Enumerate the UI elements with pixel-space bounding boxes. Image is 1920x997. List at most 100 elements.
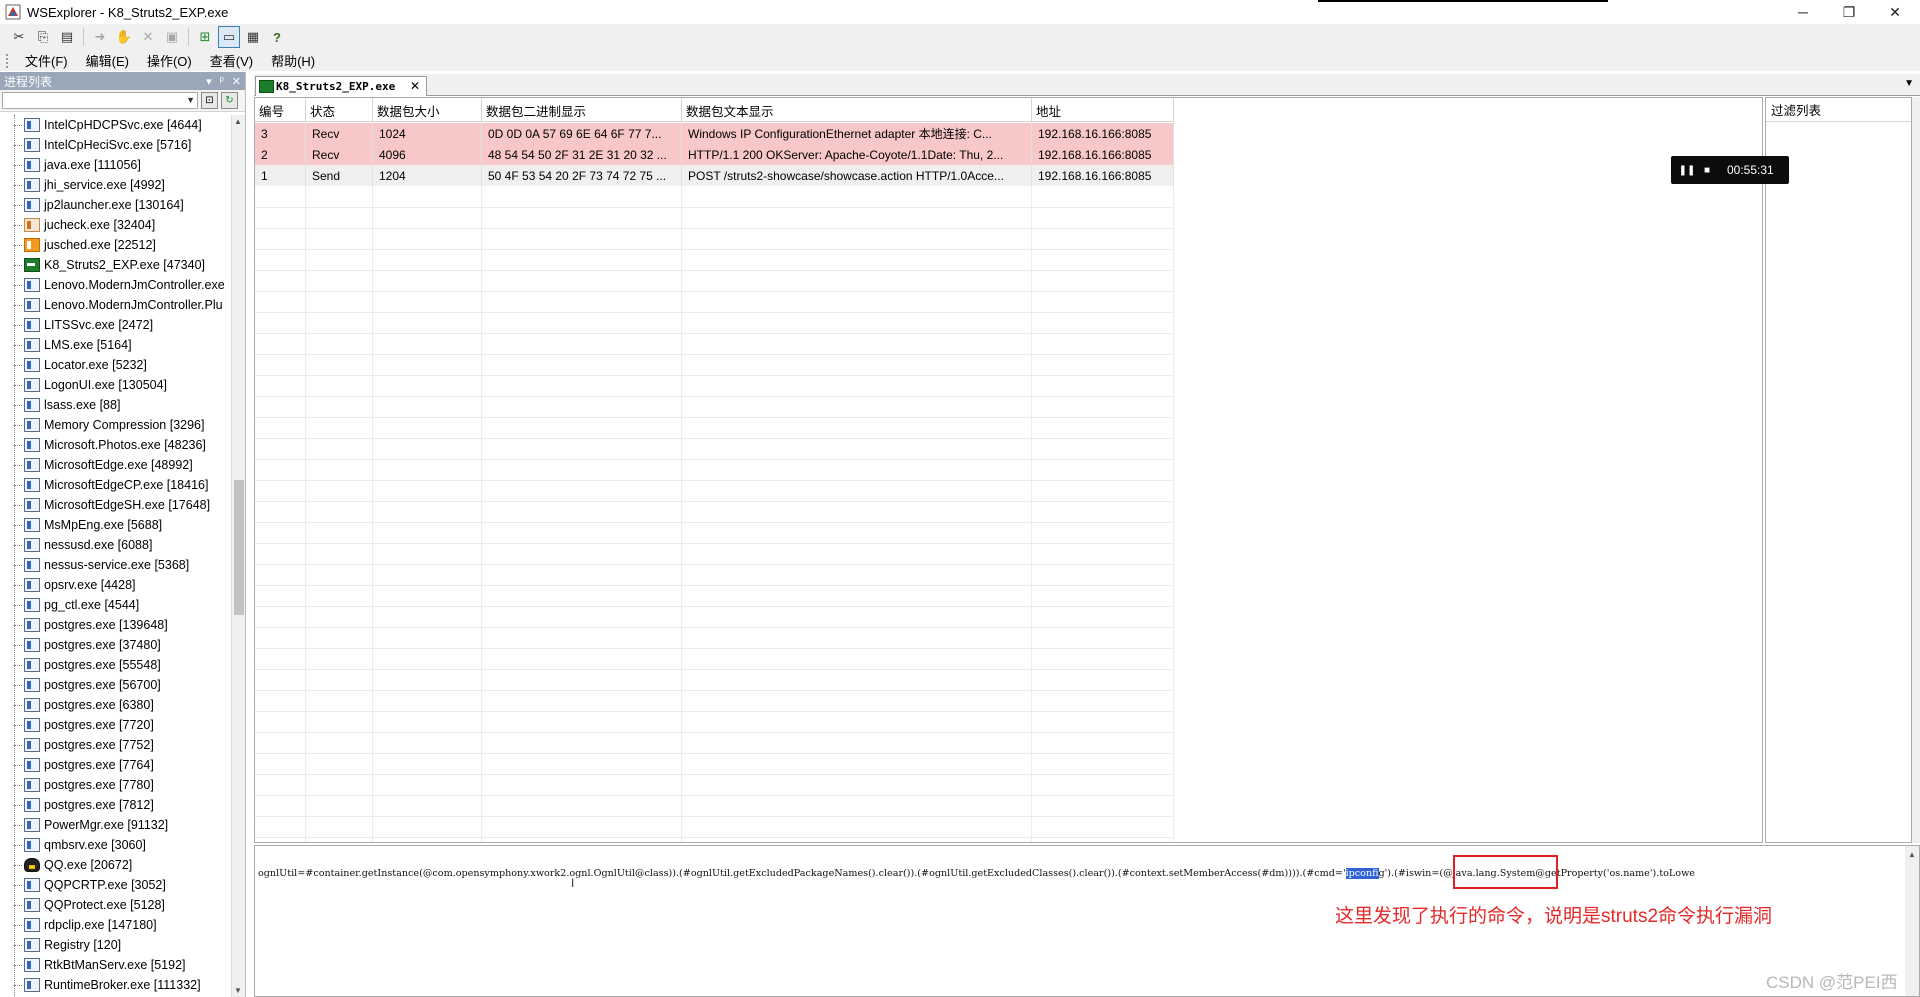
delete-icon[interactable]: ✕ — [137, 26, 159, 48]
scroll-thumb[interactable] — [234, 480, 244, 615]
menu-view[interactable]: 查看(V) — [201, 51, 262, 70]
help-icon[interactable]: ? — [266, 26, 288, 48]
tab-close-icon[interactable]: ✕ — [410, 79, 420, 93]
panel-close-icon[interactable]: ✕ — [232, 75, 241, 88]
process-item[interactable]: MicrosoftEdgeCP.exe [18416] — [0, 475, 232, 495]
process-item[interactable]: QQPCRTP.exe [3052] — [0, 875, 232, 895]
chevron-down-icon[interactable]: ▼ — [186, 95, 195, 105]
process-item[interactable]: postgres.exe [37480] — [0, 635, 232, 655]
process-label: postgres.exe [37480] — [44, 638, 161, 652]
table-row[interactable]: 1 Send 1204 50 4F 53 54 20 2F 73 74 72 7… — [255, 165, 1174, 186]
process-item[interactable]: postgres.exe [139648] — [0, 615, 232, 635]
grid-line — [255, 648, 1173, 649]
app-icon — [24, 418, 40, 432]
process-item[interactable]: RtkBtManServ.exe [5192] — [0, 955, 232, 975]
table-row[interactable]: 2 Recv 4096 48 54 54 50 2F 31 2E 31 20 3… — [255, 144, 1174, 165]
process-item[interactable]: Locator.exe [5232] — [0, 355, 232, 375]
process-item[interactable]: K8_Struts2_EXP.exe [47340] — [0, 255, 232, 275]
column-header-address[interactable]: 地址 — [1032, 98, 1174, 122]
process-item[interactable]: rdpclip.exe [147180] — [0, 915, 232, 935]
process-item[interactable]: jucheck.exe [32404] — [0, 215, 232, 235]
process-item[interactable]: QQ.exe [20672] — [0, 855, 232, 875]
forward-icon[interactable]: ➜ — [89, 26, 111, 48]
process-item[interactable]: MicrosoftEdge.exe [48992] — [0, 455, 232, 475]
process-item[interactable]: postgres.exe [7752] — [0, 735, 232, 755]
process-label: rdpclip.exe [147180] — [44, 918, 157, 932]
menu-help[interactable]: 帮助(H) — [262, 51, 324, 70]
process-item[interactable]: Registry [120] — [0, 935, 232, 955]
grid-line — [255, 312, 1173, 313]
save-icon[interactable]: ▣ — [161, 26, 183, 48]
pause-icon[interactable]: ❚❚ — [1677, 165, 1697, 176]
cut-icon[interactable]: ✂ — [8, 26, 30, 48]
refresh-icon[interactable]: ↻ — [221, 92, 238, 109]
copy-icon[interactable]: ⎘ — [32, 26, 54, 48]
scroll-up-icon[interactable]: ▲ — [234, 117, 242, 126]
process-item[interactable]: MicrosoftEdgeSH.exe [17648] — [0, 495, 232, 515]
right-edge-scrollbar[interactable] — [1912, 97, 1920, 843]
stop-icon[interactable]: ■ — [1697, 165, 1717, 176]
restore-button[interactable]: ❐ — [1826, 0, 1872, 24]
find-process-icon[interactable]: ⊡ — [201, 92, 218, 109]
process-item[interactable]: IntelCpHeciSvc.exe [5716] — [0, 135, 232, 155]
column-header-text[interactable]: 数据包文本显示 — [682, 98, 1032, 122]
properties-icon[interactable]: ▦ — [242, 26, 264, 48]
annotation-text: 这里发现了执行的命令，说明是struts2命令执行漏洞 — [1335, 906, 1773, 927]
scroll-down-icon[interactable]: ▼ — [234, 986, 242, 995]
minimize-button[interactable]: ─ — [1780, 0, 1826, 24]
menu-edit[interactable]: 编辑(E) — [77, 51, 138, 70]
process-item[interactable]: opsrv.exe [4428] — [0, 575, 232, 595]
process-item[interactable]: postgres.exe [7720] — [0, 715, 232, 735]
process-item[interactable]: MsMpEng.exe [5688] — [0, 515, 232, 535]
tab-list-dropdown-icon[interactable]: ▼ — [1904, 78, 1914, 89]
process-item[interactable]: PowerMgr.exe [91132] — [0, 815, 232, 835]
process-item[interactable]: Memory Compression [3296] — [0, 415, 232, 435]
process-item[interactable]: jhi_service.exe [4992] — [0, 175, 232, 195]
process-item[interactable]: postgres.exe [7780] — [0, 775, 232, 795]
pin-icon[interactable]: ᵖ — [220, 75, 224, 87]
detail-scrollbar[interactable]: ▲ — [1905, 846, 1919, 996]
process-item[interactable]: pg_ctl.exe [4544] — [0, 595, 232, 615]
hand-icon[interactable]: ✋ — [113, 26, 135, 48]
process-item[interactable]: postgres.exe [56700] — [0, 675, 232, 695]
panel-dropdown-icon[interactable]: ▾ — [206, 75, 212, 88]
process-item[interactable]: RuntimeBroker.exe [111332] — [0, 975, 232, 995]
process-item[interactable]: qmbsrv.exe [3060] — [0, 835, 232, 855]
column-header-size[interactable]: 数据包大小 — [373, 98, 482, 122]
process-item[interactable]: nessus-service.exe [5368] — [0, 555, 232, 575]
process-item[interactable]: LMS.exe [5164] — [0, 335, 232, 355]
process-item[interactable]: LITSSvc.exe [2472] — [0, 315, 232, 335]
process-item[interactable]: postgres.exe [55548] — [0, 655, 232, 675]
column-header-binary[interactable]: 数据包二进制显示 — [482, 98, 682, 122]
column-header-id[interactable]: 编号 — [255, 98, 306, 122]
table-row[interactable]: 3 Recv 1024 0D 0D 0A 57 69 6E 64 6F 77 7… — [255, 123, 1174, 144]
close-window-button[interactable]: ✕ — [1872, 0, 1918, 24]
scroll-up-icon[interactable]: ▲ — [1908, 850, 1916, 859]
process-item[interactable]: IntelCpHDCPSvc.exe [4644] — [0, 115, 232, 135]
column-header-status[interactable]: 状态 — [306, 98, 373, 122]
process-list-scrollbar[interactable]: ▲ ▼ — [231, 115, 245, 997]
process-label: Lenovo.ModernJmController.Plu — [44, 298, 223, 312]
tree-view-icon[interactable]: ⊞ — [194, 26, 216, 48]
process-item[interactable]: postgres.exe [6380] — [0, 695, 232, 715]
process-item[interactable]: postgres.exe [7764] — [0, 755, 232, 775]
paste-icon[interactable]: ▤ — [56, 26, 78, 48]
process-item[interactable]: lsass.exe [88] — [0, 395, 232, 415]
process-item[interactable]: jusched.exe [22512] — [0, 235, 232, 255]
process-item[interactable]: nessusd.exe [6088] — [0, 535, 232, 555]
process-item[interactable]: Microsoft.Photos.exe [48236] — [0, 435, 232, 455]
menu-file[interactable]: 文件(F) — [16, 51, 77, 70]
process-filter-combo[interactable]: ▼ — [2, 92, 198, 109]
payload-text-before: ognlUtil=#container.getInstance(@com.ope… — [258, 868, 1346, 879]
process-item[interactable]: QQProtect.exe [5128] — [0, 895, 232, 915]
tab-k8-struts2-exp[interactable]: K8_Struts2_EXP.exe ✕ — [255, 76, 427, 96]
window-icon[interactable]: ▭ — [218, 26, 240, 48]
app-icon — [24, 278, 40, 292]
process-item[interactable]: Lenovo.ModernJmController.exe — [0, 275, 232, 295]
menu-operate[interactable]: 操作(O) — [138, 51, 201, 70]
process-item[interactable]: LogonUI.exe [130504] — [0, 375, 232, 395]
process-item[interactable]: Lenovo.ModernJmController.Plu — [0, 295, 232, 315]
process-item[interactable]: java.exe [111056] — [0, 155, 232, 175]
process-item[interactable]: postgres.exe [7812] — [0, 795, 232, 815]
process-item[interactable]: jp2launcher.exe [130164] — [0, 195, 232, 215]
